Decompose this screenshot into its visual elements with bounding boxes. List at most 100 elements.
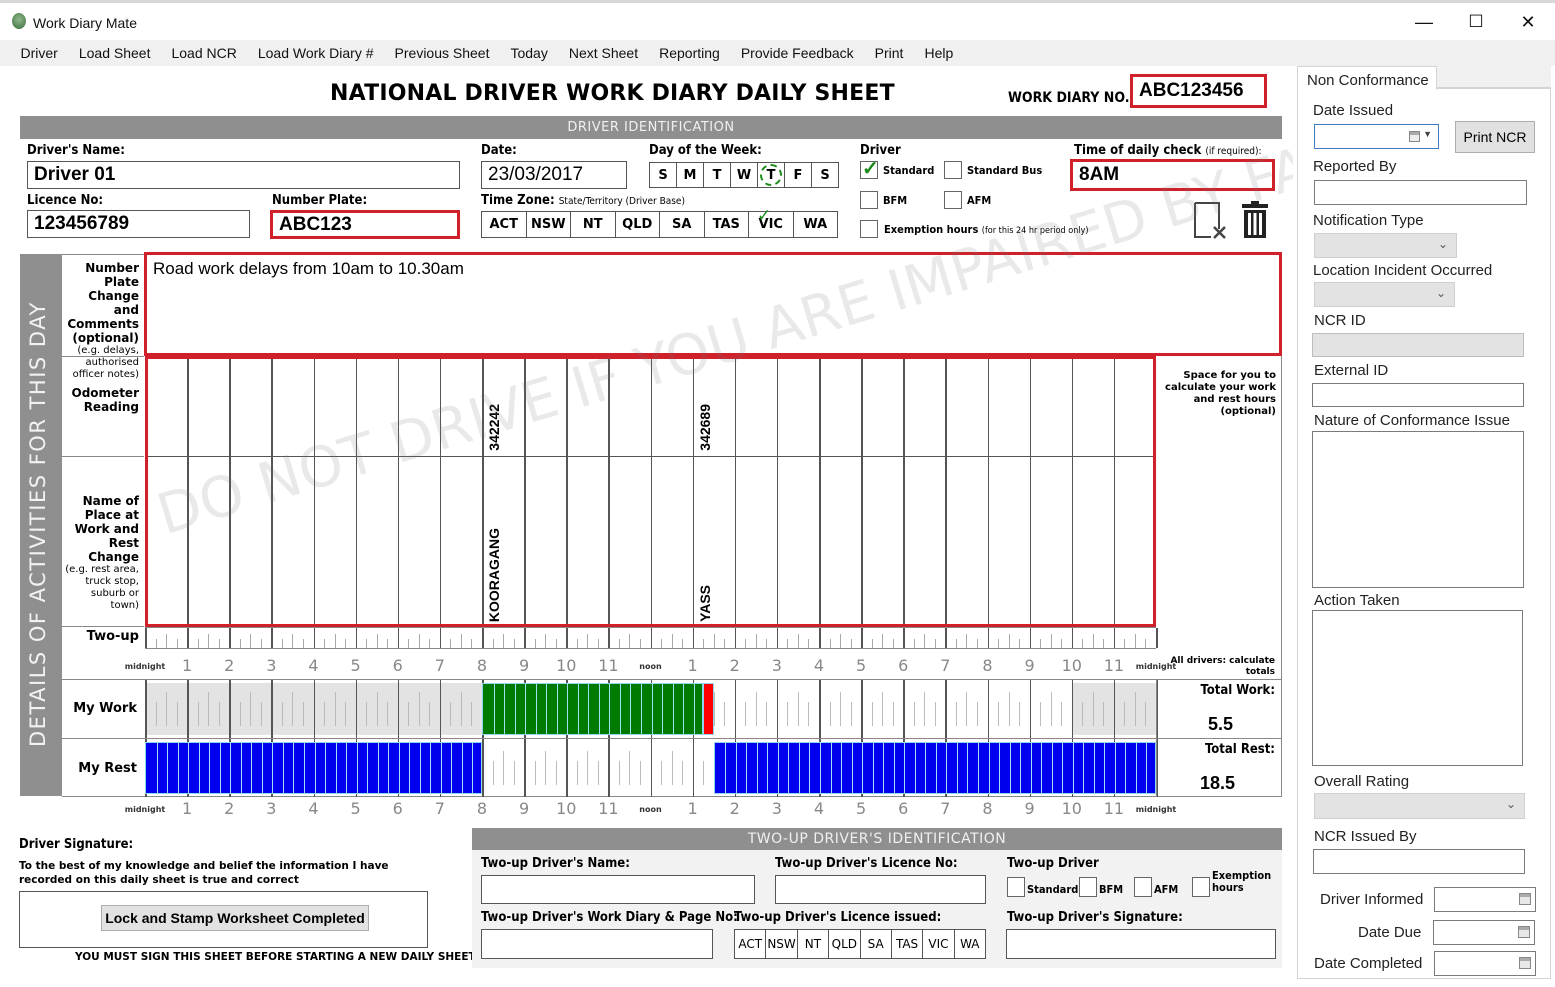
day-option[interactable]: W bbox=[731, 163, 758, 187]
maximize-button[interactable]: ☐ bbox=[1450, 5, 1502, 39]
day-option[interactable]: S bbox=[812, 163, 838, 187]
menu-help[interactable]: Help bbox=[914, 45, 964, 61]
day-option[interactable]: F bbox=[785, 163, 812, 187]
drivers-name-field[interactable]: Driver 01 bbox=[27, 161, 460, 189]
reported-by-input[interactable] bbox=[1314, 180, 1527, 205]
work-timeline[interactable] bbox=[145, 680, 1158, 738]
timezone-nsw[interactable]: NSW bbox=[527, 212, 571, 237]
twoup-issued-label: Two-up Driver's Licence issued: bbox=[734, 910, 942, 925]
timezone-vic[interactable]: VIC ✓ bbox=[749, 206, 794, 237]
number-plate-field[interactable]: ABC123 bbox=[270, 210, 460, 239]
date-issued-picker[interactable]: ▼ bbox=[1314, 124, 1439, 149]
quarter-tick bbox=[703, 639, 705, 648]
twoup-state-tas[interactable]: TAS bbox=[892, 930, 924, 958]
hour-axis-bottom: midnight 1 2 3 4 5 6 7 8 9 10 11 noon 1 2 3 4 5 6 7 8 9 10 11 mi… bbox=[125, 799, 1177, 821]
ncr-issued-by-input[interactable] bbox=[1313, 849, 1525, 874]
odometer-entry[interactable]: 342689 bbox=[697, 404, 713, 451]
twoup-signature-field[interactable] bbox=[1006, 929, 1276, 959]
twoup-licence-field[interactable] bbox=[775, 875, 986, 904]
lock-and-stamp-button[interactable]: Lock and Stamp Worksheet Completed bbox=[101, 905, 369, 931]
location-select[interactable]: ⌄ bbox=[1314, 282, 1455, 307]
delete-sheet-button[interactable] bbox=[1240, 200, 1270, 240]
external-id-input[interactable] bbox=[1312, 383, 1524, 407]
chevron-down-icon: ⌄ bbox=[1435, 286, 1446, 300]
odometer-entry[interactable]: 342242 bbox=[486, 404, 502, 451]
menu-load-ncr[interactable]: Load NCR bbox=[161, 45, 247, 61]
day-option[interactable]: S bbox=[650, 163, 677, 187]
menu-load-work-diary[interactable]: Load Work Diary # bbox=[247, 45, 384, 61]
twoup-diary-field[interactable] bbox=[481, 929, 713, 959]
exemption-hours-checkbox[interactable] bbox=[860, 220, 878, 238]
date-field[interactable]: 23/03/2017 bbox=[481, 161, 627, 189]
minimize-button[interactable]: — bbox=[1398, 5, 1450, 39]
daily-check-field[interactable]: 8AM bbox=[1070, 159, 1275, 191]
date-due-picker[interactable] bbox=[1433, 920, 1535, 945]
quarter-segment bbox=[1009, 743, 1011, 793]
work-alert-bar[interactable] bbox=[703, 683, 714, 735]
standard-checkbox[interactable]: ✓ bbox=[860, 158, 879, 180]
standard-bus-checkbox[interactable] bbox=[944, 161, 962, 179]
rest-timeline[interactable] bbox=[145, 739, 1158, 797]
rest-period-bar[interactable] bbox=[713, 742, 1156, 794]
licence-field[interactable]: 123456789 bbox=[27, 210, 250, 238]
twoup-state-nsw[interactable]: NSW bbox=[766, 930, 798, 958]
work-period-bar[interactable] bbox=[482, 683, 704, 735]
action-taken-textarea[interactable] bbox=[1312, 610, 1523, 766]
twoup-driver-label: Two-up Driver bbox=[1007, 856, 1099, 871]
notification-type-select[interactable]: ⌄ bbox=[1314, 233, 1457, 258]
twoup-standard-checkbox[interactable] bbox=[1007, 877, 1025, 897]
timezone-sa[interactable]: SA bbox=[660, 212, 705, 237]
quarter-tick bbox=[1124, 639, 1126, 648]
day-option[interactable]: T bbox=[758, 163, 785, 187]
total-rest-value[interactable]: 18.5 bbox=[1200, 773, 1235, 794]
menu-previous-sheet[interactable]: Previous Sheet bbox=[384, 45, 500, 61]
hour-label: 9 bbox=[519, 799, 530, 818]
menu-provide-feedback[interactable]: Provide Feedback bbox=[730, 45, 864, 61]
close-button[interactable]: ✕ bbox=[1502, 5, 1554, 39]
driver-informed-picker[interactable] bbox=[1434, 887, 1536, 912]
overall-rating-select[interactable]: ⌄ bbox=[1314, 793, 1525, 819]
tab-non-conformance[interactable]: Non Conformance bbox=[1297, 66, 1437, 90]
twoup-state-vic[interactable]: VIC bbox=[923, 930, 955, 958]
twoup-state-wa[interactable]: WA bbox=[955, 930, 985, 958]
twoup-state-nt[interactable]: NT bbox=[798, 930, 830, 958]
total-work-value[interactable]: 5.5 bbox=[1208, 714, 1233, 735]
timezone-tas[interactable]: TAS bbox=[705, 212, 749, 237]
twoup-bfm-checkbox[interactable] bbox=[1079, 877, 1097, 897]
timezone-nt[interactable]: NT bbox=[571, 212, 616, 237]
twoup-timeline[interactable] bbox=[145, 627, 1158, 649]
comments-field[interactable]: Road work delays from 10am to 10.30am bbox=[144, 252, 1282, 356]
ncr-panel: Non Conformance Date Issued ▼ Print NCR … bbox=[1293, 66, 1555, 981]
nature-textarea[interactable] bbox=[1312, 431, 1524, 588]
menu-print[interactable]: Print bbox=[864, 45, 914, 61]
timezone-act[interactable]: ACT bbox=[482, 212, 527, 237]
timezone-wa[interactable]: WA bbox=[794, 212, 838, 237]
hour-tick bbox=[482, 628, 484, 648]
menu-next-sheet[interactable]: Next Sheet bbox=[558, 45, 648, 61]
twoup-exemption-hours-checkbox[interactable] bbox=[1192, 877, 1210, 897]
work-diary-number-field[interactable]: ABC123456 bbox=[1130, 74, 1267, 108]
day-option[interactable]: M bbox=[677, 163, 704, 187]
place-entry[interactable]: YASS bbox=[697, 585, 713, 622]
timezone-label-text: Time Zone: bbox=[481, 193, 555, 208]
quarter-tick bbox=[966, 692, 968, 726]
menu-today[interactable]: Today bbox=[500, 45, 558, 61]
twoup-state-qld[interactable]: QLD bbox=[829, 930, 861, 958]
menu-load-sheet[interactable]: Load Sheet bbox=[68, 45, 161, 61]
rest-period-bar[interactable] bbox=[145, 742, 482, 794]
clear-sheet-button[interactable] bbox=[1193, 201, 1227, 239]
timezone-qld[interactable]: QLD bbox=[616, 212, 660, 237]
print-ncr-button[interactable]: Print NCR bbox=[1455, 121, 1535, 153]
twoup-name-field[interactable] bbox=[481, 875, 755, 904]
menu-reporting[interactable]: Reporting bbox=[649, 45, 731, 61]
place-entry[interactable]: KOORAGANG bbox=[486, 528, 502, 622]
twoup-state-sa[interactable]: SA bbox=[861, 930, 892, 958]
twoup-afm-checkbox[interactable] bbox=[1134, 877, 1152, 897]
day-option[interactable]: T bbox=[704, 163, 731, 187]
odometer-place-grid[interactable]: 342242 KOORAGANG 342689 YASS bbox=[145, 356, 1156, 627]
menu-driver[interactable]: Driver bbox=[10, 45, 68, 61]
date-completed-picker[interactable] bbox=[1434, 951, 1536, 976]
bfm-checkbox[interactable] bbox=[860, 191, 878, 209]
twoup-state-act[interactable]: ACT bbox=[735, 930, 767, 958]
afm-checkbox[interactable] bbox=[944, 191, 962, 209]
